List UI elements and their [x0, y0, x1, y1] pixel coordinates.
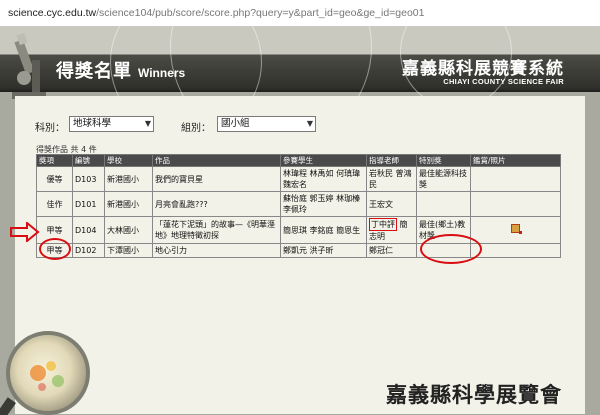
media-cell — [470, 243, 561, 258]
table-row: 佳作 D101 新港國小 月亮會亂跑??? 蘇怡庭 郭玉婷 林珈榛 李佩玲 王宏… — [36, 191, 561, 217]
chevron-down-icon: ▼ — [144, 119, 151, 128]
school-cell: 新港國小 — [104, 166, 153, 192]
col-special: 特別獎 — [416, 154, 471, 167]
teachers-cell: 岩秋民 曾鴻民 — [366, 166, 417, 192]
col-id: 編號 — [72, 154, 105, 167]
url-path: /science104/pub/score/score.php?query=y&… — [96, 7, 425, 19]
chevron-down-icon: ▼ — [306, 119, 313, 128]
content-panel: 科別： 地球科學 ▼ 組別： 國小組 ▼ 得獎作品 共 4 件 獎項 編號 學校 作… — [15, 96, 585, 414]
media-cell — [470, 191, 561, 217]
group-select[interactable]: 國小組 ▼ — [217, 116, 316, 132]
students-cell: 林瑋程 林禹如 何瑱瑋 魏宏名 — [280, 166, 367, 192]
table-row-highlighted: 甲等 D104 大林國小 「蓮花下泥頭」的故事—《明華溼地》地理特徵初探 簡思琪… — [36, 216, 561, 244]
school-cell: 新港國小 — [104, 191, 153, 217]
id-cell: D101 — [72, 191, 105, 217]
site-header: 得獎名單 Winners 嘉義縣科展競賽系統 CHIAYI COUNTY SCIE… — [0, 26, 600, 148]
col-award: 獎項 — [36, 154, 73, 167]
subject-label: 科別： — [35, 123, 65, 134]
highlight-ring-special — [420, 234, 482, 264]
school-cell: 下潭國小 — [104, 243, 153, 258]
col-work: 作品 — [152, 154, 281, 167]
work-cell: 我們的寶貝星 — [152, 166, 281, 192]
table-row: 優等 D103 新港國小 我們的寶貝星 林瑋程 林禹如 何瑱瑋 魏宏名 岩秋民 … — [36, 166, 561, 192]
id-cell: D104 — [72, 216, 105, 244]
media-cell — [470, 166, 561, 192]
col-teachers: 指導老師 — [366, 154, 417, 167]
page-title: 得獎名單 Winners — [56, 61, 186, 82]
special-cell: 最佳能源科技獎 — [416, 166, 471, 192]
magnifier-icon — [6, 331, 90, 415]
site-name-zh: 嘉義縣科展競賽系統 — [402, 59, 564, 79]
site-brand: 嘉義縣科展競賽系統 CHIAYI COUNTY SCIENCE FAIR — [402, 54, 564, 86]
table-row: 甲等 D102 下潭國小 地心引力 鄭凱元 洪子昕 鄭冠仁 — [36, 243, 561, 258]
media-cell — [470, 216, 561, 244]
col-media: 鑑賞/照片 — [470, 154, 561, 167]
special-cell — [416, 191, 471, 217]
address-bar[interactable]: science.cyc.edu.tw/science104/pub/score/… — [0, 0, 600, 26]
school-cell: 大林國小 — [104, 216, 153, 244]
id-cell: D102 — [72, 243, 105, 258]
subject-select[interactable]: 地球科學 ▼ — [69, 116, 154, 132]
students-cell: 簡思琪 李銘庭 簡恩生 — [280, 216, 367, 244]
award-cell: 佳作 — [36, 191, 73, 217]
group-label: 組別： — [181, 123, 211, 134]
work-cell: 地心引力 — [152, 243, 281, 258]
highlight-ring-award — [39, 238, 71, 260]
id-cell: D103 — [72, 166, 105, 192]
footer-logo: 嘉義縣科學展覽會 — [386, 382, 562, 407]
page-frame: 得獎名單 Winners 嘉義縣科展競賽系統 CHIAYI COUNTY SCIE… — [0, 26, 600, 415]
highlighted-teacher: 丁中評 — [369, 218, 397, 231]
arrow-right-icon — [10, 222, 40, 242]
award-cell: 優等 — [36, 166, 73, 192]
students-cell: 蘇怡庭 郭玉婷 林珈榛 李佩玲 — [280, 191, 367, 217]
teachers-cell: 王宏文 — [366, 191, 417, 217]
col-school: 學校 — [104, 154, 153, 167]
url-host: science.cyc.edu.tw — [8, 7, 97, 19]
winners-table: 獎項 編號 學校 作品 參賽學生 指導老師 特別獎 鑑賞/照片 優等 D103 … — [36, 154, 561, 258]
work-cell: 「蓮花下泥頭」的故事—《明華溼地》地理特徵初探 — [152, 216, 281, 244]
teachers-cell: 鄭冠仁 — [366, 243, 417, 258]
students-cell: 鄭凱元 洪子昕 — [280, 243, 367, 258]
table-header-row: 獎項 編號 學校 作品 參賽學生 指導老師 特別獎 鑑賞/照片 — [36, 154, 561, 167]
certificate-icon[interactable] — [511, 224, 522, 234]
work-cell: 月亮會亂跑??? — [152, 191, 281, 217]
col-students: 參賽學生 — [280, 154, 367, 167]
magnifier-handle — [0, 397, 16, 415]
teachers-cell: 丁中評 簡志明 — [366, 216, 417, 244]
